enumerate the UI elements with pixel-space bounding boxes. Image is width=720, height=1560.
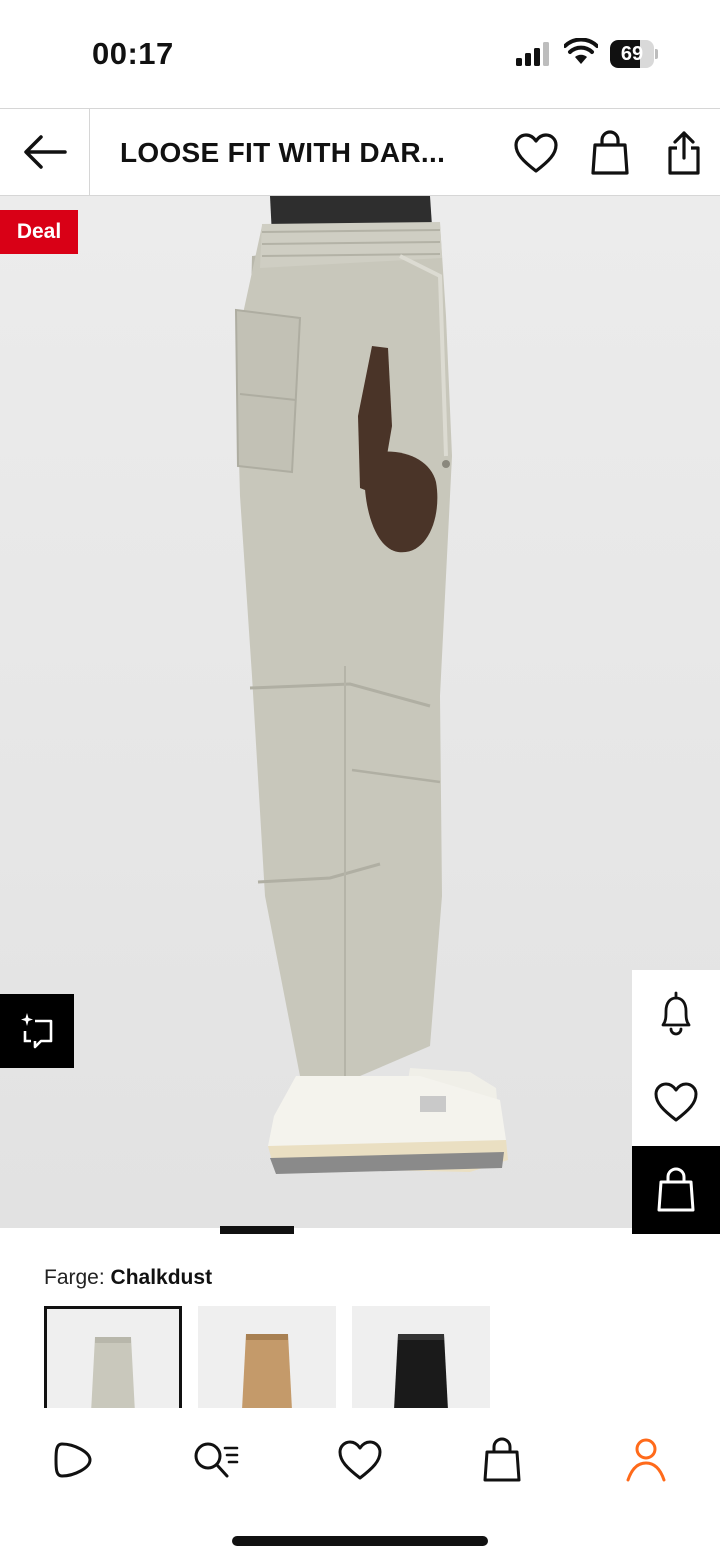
play-icon (54, 1442, 92, 1478)
status-time: 00:17 (92, 36, 174, 71)
heart-icon (338, 1440, 382, 1480)
bottom-navigation (0, 1408, 720, 1560)
share-icon (668, 131, 700, 175)
search-icon (194, 1442, 239, 1478)
nav-wishlist[interactable] (330, 1430, 390, 1490)
back-button[interactable] (0, 109, 90, 195)
home-indicator (232, 1536, 488, 1546)
profile-icon (626, 1438, 666, 1482)
swatch-chalkdust-image (91, 1337, 135, 1410)
swatch-black-image (394, 1334, 448, 1410)
arrow-left-icon (23, 135, 67, 169)
try-on-button[interactable] (0, 994, 74, 1068)
swatch-beige[interactable] (198, 1306, 336, 1410)
nav-search[interactable] (186, 1430, 246, 1490)
shopping-bag-icon (591, 130, 629, 175)
add-to-bag-button[interactable] (632, 1146, 720, 1234)
status-bar: 00:17 69 (0, 0, 720, 108)
bell-icon (661, 991, 691, 1036)
side-actions (632, 970, 720, 1234)
swatch-black[interactable] (352, 1306, 490, 1410)
share-button[interactable] (660, 129, 708, 177)
page-title: LOOSE FIT WITH DAR... (120, 137, 446, 168)
side-wishlist-button[interactable] (632, 1058, 720, 1146)
product-photo (234, 196, 508, 1174)
product-header: LOOSE FIT WITH DAR... (0, 108, 720, 196)
nav-profile[interactable] (616, 1430, 676, 1490)
bag-button[interactable] (586, 129, 634, 177)
shopping-bag-icon (483, 1437, 521, 1482)
nav-bag[interactable] (472, 1430, 532, 1490)
swatch-chalkdust[interactable] (44, 1306, 182, 1410)
battery-level: 69 (620, 43, 644, 65)
color-selector: Farge: Chalkdust (0, 1234, 720, 1410)
wishlist-button[interactable] (512, 129, 560, 177)
wifi-icon (564, 38, 598, 64)
heart-icon (654, 1082, 698, 1122)
cellular-signal-icon (516, 42, 549, 66)
battery-icon: 69 (610, 40, 658, 68)
swatch-beige-image (242, 1334, 292, 1410)
heart-icon (514, 133, 558, 173)
nav-home[interactable] (42, 1430, 102, 1490)
shopping-bag-icon (657, 1167, 695, 1212)
notify-button[interactable] (632, 970, 720, 1058)
deal-badge: Deal (0, 210, 78, 254)
sparkle-frame-icon (21, 1013, 53, 1049)
color-label: Farge: Chalkdust (44, 1266, 213, 1289)
selected-color: Chalkdust (110, 1266, 213, 1289)
image-pager-indicator (220, 1226, 294, 1234)
product-image[interactable] (0, 196, 720, 1228)
